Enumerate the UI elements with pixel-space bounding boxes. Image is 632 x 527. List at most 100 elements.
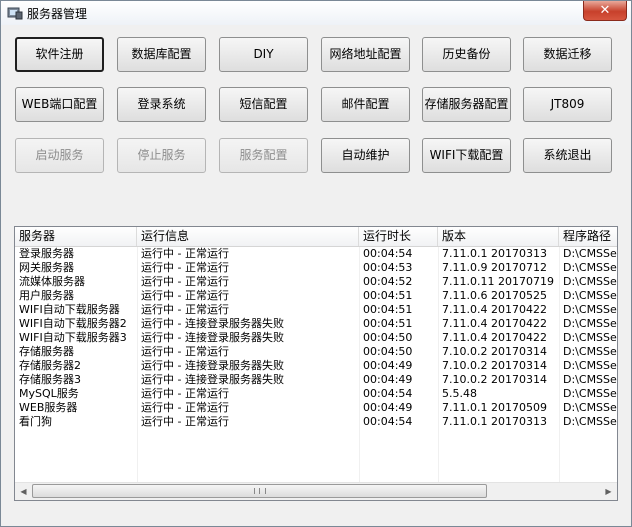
db-config-button[interactable]: 数据库配置 [117,37,206,72]
exit-button[interactable]: 系统退出 [523,138,612,173]
cell-uptime: 00:04:54 [363,247,413,260]
cell-path: D:\CMSSer [563,415,617,428]
jt809-button[interactable]: JT809 [523,87,612,122]
table-row[interactable]: 看门狗 运行中 - 正常运行 00:04:54 7.11.0.1 20170313 D:… [15,415,617,429]
network-config-button[interactable]: 网络地址配置 [321,37,410,72]
web-port-button[interactable]: WEB端口配置 [15,87,104,122]
window-title: 服务器管理 [27,7,88,21]
cell-version: 7.11.0.4 20170422 [442,303,547,316]
cell-path: D:\CMSSer [563,331,617,344]
arrow-left-icon[interactable]: ◀ [15,483,32,500]
cell-version: 7.10.0.2 20170314 [442,359,547,372]
cell-uptime: 00:04:53 [363,261,413,274]
cell-server: 网关服务器 [19,261,74,274]
cell-uptime: 00:04:51 [363,317,413,330]
cell-status: 运行中 - 正常运行 [141,261,229,274]
cell-server: 看门狗 [19,415,52,428]
cell-uptime: 00:04:50 [363,331,413,344]
cell-path: D:\CMSSer [563,261,617,274]
cell-server: 存储服务器3 [19,373,81,386]
table-row[interactable]: 存储服务器3 运行中 - 连接登录服务器失败 00:04:49 7.10.0.2 20… [15,373,617,387]
cell-status: 运行中 - 正常运行 [141,345,229,358]
list-body: 登录服务器 运行中 - 正常运行 00:04:54 7.11.0.1 20170313… [15,247,617,483]
auto-maintain-button[interactable]: 自动维护 [321,138,410,173]
list-header: 服务器 运行信息 运行时长 版本 程序路径 [15,227,617,247]
service-config-button[interactable]: 服务配置 [219,138,308,173]
close-button[interactable]: ✕ [583,1,627,21]
cell-version: 7.11.0.1 20170313 [442,247,547,260]
cell-version: 7.11.0.1 20170509 [442,401,547,414]
cell-uptime: 00:04:54 [363,387,413,400]
cell-version: 7.11.0.1 20170313 [442,415,547,428]
cell-server: 流媒体服务器 [19,275,85,288]
cell-uptime: 00:04:51 [363,303,413,316]
cell-uptime: 00:04:49 [363,359,413,372]
wifi-download-button[interactable]: WIFI下载配置 [422,138,511,173]
table-row[interactable]: WEB服务器 运行中 - 正常运行 00:04:49 7.11.0.1 2017050… [15,401,617,415]
cell-path: D:\CMSSer [563,303,617,316]
cell-status: 运行中 - 正常运行 [141,275,229,288]
arrow-right-icon[interactable]: ▶ [600,483,617,500]
cell-uptime: 00:04:50 [363,345,413,358]
cell-server: WEB服务器 [19,401,78,414]
storage-config-button[interactable]: 存储服务器配置 [422,87,511,122]
column-path[interactable]: 程序路径 [559,227,617,246]
cell-version: 7.11.0.11 20170719 [442,275,554,288]
table-row[interactable]: 流媒体服务器 运行中 - 正常运行 00:04:52 7.11.0.11 201707… [15,275,617,289]
cell-status: 运行中 - 正常运行 [141,415,229,428]
stop-service-button[interactable]: 停止服务 [117,138,206,173]
cell-uptime: 00:04:51 [363,289,413,302]
start-service-button[interactable]: 启动服务 [15,138,104,173]
scrollbar-thumb[interactable] [32,484,487,498]
table-row[interactable]: 用户服务器 运行中 - 正常运行 00:04:51 7.11.0.6 20170525… [15,289,617,303]
login-system-button[interactable]: 登录系统 [117,87,206,122]
cell-version: 5.5.48 [442,387,477,400]
cell-path: D:\CMSSer [563,275,617,288]
column-version[interactable]: 版本 [438,227,559,246]
cell-server: 存储服务器 [19,345,74,358]
horizontal-scrollbar[interactable]: ◀ ▶ [15,482,617,500]
cell-uptime: 00:04:54 [363,415,413,428]
table-row[interactable]: 存储服务器2 运行中 - 连接登录服务器失败 00:04:49 7.10.0.2 20… [15,359,617,373]
cell-server: 存储服务器2 [19,359,81,372]
table-row[interactable]: 登录服务器 运行中 - 正常运行 00:04:54 7.11.0.1 20170313… [15,247,617,261]
cell-path: D:\CMSSer [563,373,617,386]
cell-path: D:\CMSSer [563,317,617,330]
cell-status: 运行中 - 正常运行 [141,289,229,302]
table-row[interactable]: WIFI自动下载服务器 运行中 - 正常运行 00:04:51 7.11.0.4 20… [15,303,617,317]
backup-button[interactable]: 历史备份 [422,37,511,72]
close-icon: ✕ [599,3,611,18]
table-row[interactable]: WIFI自动下载服务器2 运行中 - 连接登录服务器失败 00:04:51 7.11.… [15,317,617,331]
cell-status: 运行中 - 正常运行 [141,247,229,260]
cell-path: D:\CMSSer [563,289,617,302]
cell-version: 7.11.0.6 20170525 [442,289,547,302]
cell-server: 登录服务器 [19,247,74,260]
column-status[interactable]: 运行信息 [137,227,359,246]
cell-path: D:\CMSSer [563,345,617,358]
cell-path: D:\CMSSer [563,359,617,372]
cell-version: 7.11.0.4 20170422 [442,331,547,344]
column-uptime[interactable]: 运行时长 [359,227,438,246]
mail-config-button[interactable]: 邮件配置 [321,87,410,122]
table-row[interactable]: MySQL服务 运行中 - 正常运行 00:04:54 5.5.48 D:\CMSSer [15,387,617,401]
cell-version: 7.10.0.2 20170314 [442,345,547,358]
cell-server: WIFI自动下载服务器2 [19,317,127,330]
server-list[interactable]: 服务器 运行信息 运行时长 版本 程序路径 登录服务器 运行中 - 正常运行 00:… [14,226,618,501]
diy-button[interactable]: DIY [219,37,308,72]
table-row[interactable]: 网关服务器 运行中 - 正常运行 00:04:53 7.11.0.9 20170712… [15,261,617,275]
sms-config-button[interactable]: 短信配置 [219,87,308,122]
cell-status: 运行中 - 正常运行 [141,401,229,414]
cell-status: 运行中 - 连接登录服务器失败 [141,359,284,372]
column-server[interactable]: 服务器 [15,227,137,246]
migrate-button[interactable]: 数据迁移 [523,37,612,72]
cell-server: MySQL服务 [19,387,79,400]
table-row[interactable]: 存储服务器 运行中 - 正常运行 00:04:50 7.10.0.2 20170314… [15,345,617,359]
table-row[interactable]: WIFI自动下载服务器3 运行中 - 连接登录服务器失败 00:04:50 7.11.… [15,331,617,345]
cell-server: WIFI自动下载服务器3 [19,331,127,344]
cell-server: 用户服务器 [19,289,74,302]
cell-path: D:\CMSSer [563,387,617,400]
register-button[interactable]: 软件注册 [15,37,104,72]
cell-status: 运行中 - 连接登录服务器失败 [141,331,284,344]
cell-status: 运行中 - 正常运行 [141,387,229,400]
cell-uptime: 00:04:52 [363,275,413,288]
